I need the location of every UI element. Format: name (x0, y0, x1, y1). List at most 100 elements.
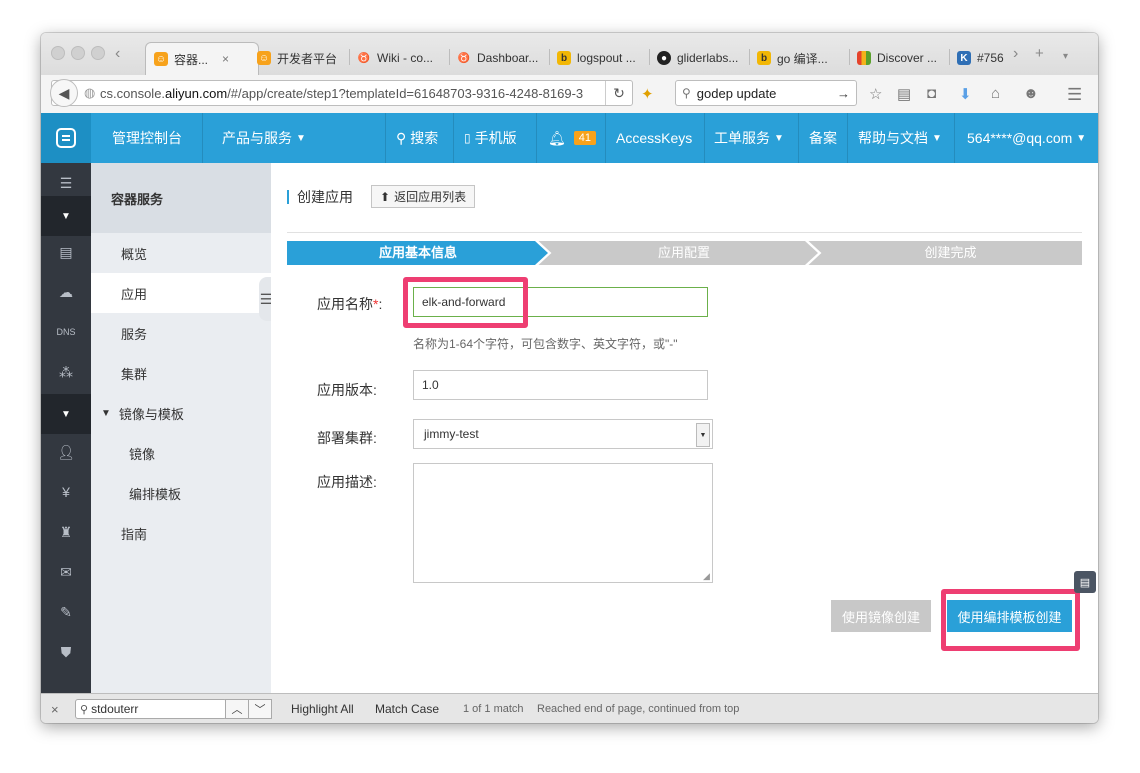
tab[interactable]: ☺ 开发者平台 (257, 45, 349, 71)
search-go-icon[interactable]: → (837, 86, 850, 101)
tab[interactable]: ♉ Wiki - co... (357, 45, 449, 71)
smiley-icon[interactable]: ☻ (1023, 85, 1039, 102)
header-divider (954, 113, 955, 163)
mobile-link[interactable]: ▯ 手机版 (464, 113, 517, 163)
sidebar-item-clusters[interactable]: 集群 (91, 353, 271, 393)
sidebar-item-applications[interactable]: 应用 (91, 273, 271, 313)
tab[interactable]: b logspout ... (557, 45, 649, 71)
header-divider (385, 113, 386, 163)
products-menu[interactable]: 产品与服务 ▼ (222, 113, 306, 163)
resize-handle-icon[interactable]: ◢ (703, 571, 710, 582)
maximize-window-button[interactable] (91, 46, 105, 60)
tab[interactable]: ● gliderlabs... (657, 45, 749, 71)
server-icon[interactable]: ▤ (41, 232, 91, 272)
search-link[interactable]: ⚲ 搜索 (396, 113, 438, 163)
tabs-scroll-right-icon[interactable]: › (1013, 45, 1018, 63)
back-button[interactable]: ◀ (50, 79, 78, 107)
name-label-text: 应用名称 (317, 296, 373, 312)
tab[interactable]: b go 编译... (757, 45, 849, 71)
select-caret-icon[interactable]: ▼ (696, 423, 710, 447)
highlight-all-toggle[interactable]: Highlight All (291, 694, 354, 723)
back-to-list-button[interactable]: ⬆ 返回应用列表 (371, 185, 476, 208)
tab-label: logspout ... (577, 51, 636, 65)
tabs-scroll-left-icon[interactable]: ‹ (115, 45, 120, 63)
close-window-button[interactable] (51, 46, 65, 60)
chat-icon[interactable]: ▤ (1074, 571, 1096, 593)
cluster-selected-value: jimmy-test (424, 427, 479, 441)
url-text[interactable]: cs.console.aliyun.com/#/app/create/step1… (100, 86, 600, 101)
sidebar-item-services[interactable]: 服务 (91, 313, 271, 353)
tab[interactable]: K #756 (957, 45, 1009, 71)
shield-icon[interactable]: ⛊ (41, 632, 91, 672)
cluster-label: 部署集群: (317, 430, 377, 446)
url-prefix: cs.console. (100, 85, 166, 101)
tab[interactable]: Discover ... (857, 45, 949, 71)
reading-list-icon[interactable]: ▤ (897, 85, 911, 103)
collapse-caret-icon[interactable]: ▼ (41, 196, 91, 236)
aliyun-logo-icon[interactable] (41, 113, 91, 163)
minimize-window-button[interactable] (71, 46, 85, 60)
page-title: 创建应用 (297, 188, 353, 205)
tab-label: Dashboar... (477, 51, 539, 65)
sidebar-item-guide[interactable]: 指南 (91, 513, 271, 553)
bell-icon: 🔔︎ (548, 129, 566, 146)
money-bag-icon[interactable]: ♜ (41, 512, 91, 552)
title-accent-bar (287, 189, 289, 204)
notifications-button[interactable]: 🔔︎ 41 (548, 113, 597, 163)
tickets-menu[interactable]: 工单服务 ▼ (714, 113, 784, 163)
caret-down-icon: ▼ (932, 132, 942, 144)
tab-separator (349, 49, 350, 65)
template-button-highlight-box (941, 589, 1080, 651)
tab-separator (649, 49, 650, 65)
bookmarklet-icon[interactable]: ✦ (641, 85, 654, 103)
globe-icon: ◍ (84, 85, 96, 100)
secondary-sidebar: 容器服务 概览 应用 服务 集群 ▼ 镜像与模板 镜像 编排模板 指南 (91, 163, 271, 693)
products-label: 产品与服务 (222, 130, 292, 146)
cluster-icon[interactable]: ⁂ (41, 352, 91, 392)
version-input[interactable]: 1.0 (413, 370, 708, 400)
menu-icon[interactable]: ☰ (1067, 85, 1082, 105)
console-link[interactable]: 管理控制台 (112, 113, 182, 163)
cluster-select[interactable]: jimmy-test ▼ (413, 419, 713, 449)
find-status: Reached end of page, continued from top (537, 703, 740, 715)
close-find-bar-icon[interactable]: × (51, 694, 59, 723)
bookmark-star-icon[interactable]: ☆ (869, 85, 882, 103)
header-divider (704, 113, 705, 163)
pencil-icon[interactable]: ✎ (41, 592, 91, 632)
expand-caret-icon[interactable]: ▼ (41, 394, 91, 434)
tab-separator (749, 49, 750, 65)
tab[interactable]: ♉ Dashboar... (457, 45, 549, 71)
books-icon (857, 51, 871, 65)
mail-icon[interactable]: ✉ (41, 552, 91, 592)
sidebar-item-overview[interactable]: 概览 (91, 233, 271, 273)
beian-link[interactable]: 备案 (809, 113, 837, 163)
match-case-toggle[interactable]: Match Case (375, 694, 439, 723)
dns-icon[interactable]: DNS (41, 312, 91, 352)
find-next-button[interactable]: ﹀ (248, 699, 272, 719)
new-tab-button[interactable]: + (1035, 45, 1044, 62)
help-menu[interactable]: 帮助与文档 ▼ (858, 113, 942, 163)
search-box[interactable]: ⚲ godep update → (675, 80, 857, 106)
sidebar-item-templates[interactable]: 编排模板 (91, 473, 271, 513)
description-textarea[interactable] (413, 463, 713, 583)
cloud-icon[interactable]: ☁ (41, 272, 91, 312)
user-icon[interactable]: 👤︎ (41, 432, 91, 472)
download-icon[interactable]: ⬇ (959, 85, 972, 103)
list-tabs-icon[interactable]: ▾ (1063, 51, 1068, 62)
accesskeys-link[interactable]: AccessKeys (616, 113, 692, 163)
find-input[interactable]: ⚲ stdouterr (75, 699, 227, 719)
sidebar-item-images[interactable]: 镜像 (91, 433, 271, 473)
reload-icon[interactable]: ↻ (605, 81, 632, 105)
url-bar[interactable]: ◀ ◍ cs.console.aliyun.com/#/app/create/s… (50, 79, 633, 107)
find-previous-button[interactable]: ︿ (225, 699, 249, 719)
tab-active[interactable]: ☺ 容器... × (145, 42, 259, 75)
home-icon[interactable]: ⌂ (991, 85, 1000, 102)
pocket-icon[interactable]: ◘ (927, 85, 936, 102)
sidebar-item-images-templates[interactable]: ▼ 镜像与模板 (91, 393, 271, 433)
create-with-image-button[interactable]: 使用镜像创建 (831, 600, 931, 632)
user-menu[interactable]: 564****@qq.com ▼ (967, 113, 1086, 163)
chevron-up-icon: ︿ (231, 704, 243, 716)
url-domain: aliyun.com (165, 85, 228, 101)
yen-circle-icon[interactable]: ¥ (41, 472, 91, 512)
tab-close-icon[interactable]: × (222, 52, 229, 66)
